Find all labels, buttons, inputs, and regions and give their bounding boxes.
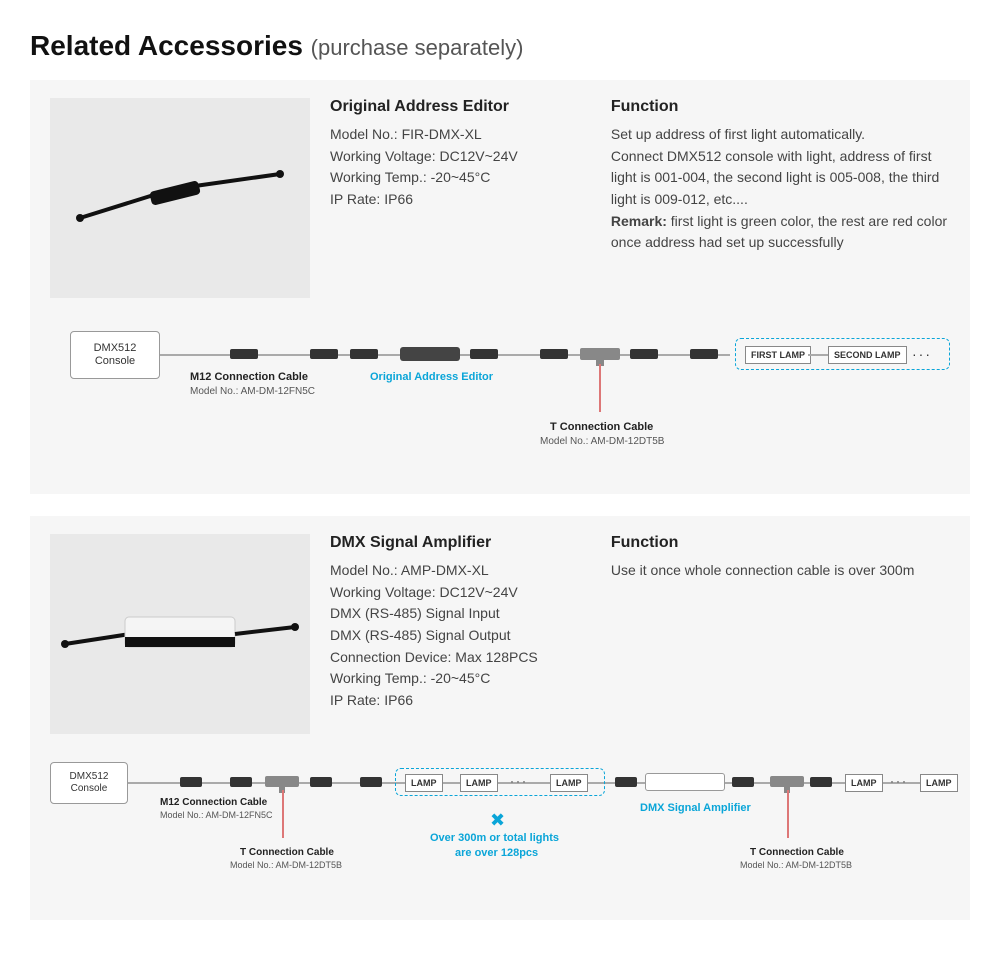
function-text: Use it once whole connection cable is ov… (611, 560, 950, 582)
product2-function-title: Function (611, 534, 950, 552)
console-label: DMX512 Console (94, 342, 137, 368)
function-text: Set up address of first light automatica… (611, 124, 950, 146)
spec-line: Model No.: FIR-DMX-XL (330, 124, 591, 146)
second-lamp-box: SECOND LAMP (828, 346, 907, 364)
title-sub: (purchase separately) (311, 35, 524, 60)
t-cable-model: Model No.: AM-DM-12DT5B (230, 860, 342, 870)
m12-model: Model No.: AM-DM-12FN5C (190, 386, 315, 397)
product-image-editor (50, 98, 310, 298)
wiring-diagram-1: DMX512 Console FIRST LAMP SECOND LAMP ··… (50, 326, 950, 476)
spec-line: Model No.: AMP-DMX-XL (330, 560, 591, 582)
t-cable-model: Model No.: AM-DM-12DT5B (540, 436, 664, 447)
spec-line: IP Rate: IP66 (330, 690, 591, 712)
remark-label: Remark: (611, 213, 667, 229)
dots: ··· (510, 774, 528, 788)
m12-model: Model No.: AM-DM-12FN5C (160, 810, 273, 820)
lamp-box: LAMP (920, 774, 958, 792)
over-label-2: are over 128pcs (455, 847, 538, 859)
accessory-card-1: Original Address Editor Model No.: FIR-D… (30, 80, 970, 494)
accessory-card-2: DMX Signal Amplifier Model No.: AMP-DMX-… (30, 516, 970, 920)
product-image-amplifier (50, 534, 310, 734)
over-label-1: Over 300m or total lights (430, 832, 559, 844)
wiring-diagram-2: DMX512 Console LAMP LAMP ··· LAMP LAMP ·… (50, 762, 950, 902)
product2-title: DMX Signal Amplifier (330, 534, 591, 552)
spec-line: IP Rate: IP66 (330, 189, 591, 211)
title-main: Related Accessories (30, 30, 303, 61)
spec-line: Working Voltage: DC12V~24V (330, 146, 591, 168)
spec-line: DMX (RS-485) Signal Input (330, 603, 591, 625)
product1-title: Original Address Editor (330, 98, 591, 116)
amp-label: DMX Signal Amplifier (640, 802, 751, 814)
spec-line: Connection Device: Max 128PCS (330, 647, 591, 669)
console-box: DMX512 Console (70, 331, 160, 379)
section-title: Related Accessories (purchase separately… (30, 30, 970, 62)
lamp-box: LAMP (550, 774, 588, 792)
console-label: DMX512 Console (70, 771, 109, 795)
product1-function-title: Function (611, 98, 950, 116)
m12-label: M12 Connection Cable (160, 797, 267, 808)
lamp-box: LAMP (845, 774, 883, 792)
m12-label: M12 Connection Cable (190, 371, 308, 383)
spec-line: Working Temp.: -20~45°C (330, 167, 591, 189)
lamp-box: LAMP (405, 774, 443, 792)
t-cable-label: T Connection Cable (240, 847, 334, 858)
dots: ··· (890, 774, 908, 788)
first-lamp-box: FIRST LAMP (745, 346, 811, 364)
t-cable-model: Model No.: AM-DM-12DT5B (740, 860, 852, 870)
t-cable-label: T Connection Cable (550, 421, 653, 433)
spec-line: Working Temp.: -20~45°C (330, 668, 591, 690)
t-cable-label: T Connection Cable (750, 847, 844, 858)
spec-line: Working Voltage: DC12V~24V (330, 582, 591, 604)
function-text: Connect DMX512 console with light, addre… (611, 146, 950, 211)
dots: ··· (912, 346, 932, 362)
function-remark: Remark: first light is green color, the … (611, 211, 950, 254)
lamp-box: LAMP (460, 774, 498, 792)
console-box: DMX512 Console (50, 762, 128, 804)
spec-line: DMX (RS-485) Signal Output (330, 625, 591, 647)
editor-label: Original Address Editor (370, 371, 493, 383)
tools-icon: ✖ (490, 810, 505, 831)
